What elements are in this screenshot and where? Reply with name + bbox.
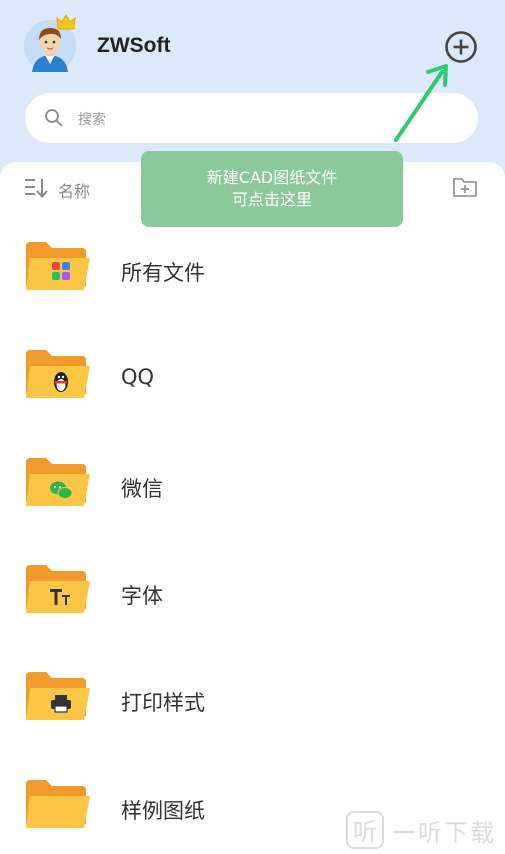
folder-label: 打印样式	[121, 691, 205, 715]
qq-penguin-icon	[26, 350, 90, 398]
plain-folder-icon	[26, 780, 90, 828]
crown-icon	[56, 13, 76, 30]
font-icon	[26, 565, 90, 613]
sort-icon[interactable]	[24, 177, 48, 199]
watermark: 听 一听下载	[346, 810, 496, 850]
folder-item-all-files[interactable]: 所有文件	[0, 222, 505, 312]
add-drawing-button[interactable]	[444, 30, 478, 64]
folder-label: 字体	[121, 584, 163, 608]
folder-item-qq[interactable]: QQ	[0, 330, 505, 420]
printer-icon	[26, 672, 90, 720]
folder-item-print-styles[interactable]: 打印样式	[0, 652, 505, 742]
folder-label: QQ	[121, 365, 155, 389]
username: ZWSoft	[97, 34, 171, 57]
folder-label: 所有文件	[121, 261, 205, 285]
folder-item-wechat[interactable]: 微信	[0, 438, 505, 528]
sort-label[interactable]: 名称	[58, 178, 90, 202]
folder-item-fonts[interactable]: 字体	[0, 545, 505, 635]
wechat-icon	[26, 458, 90, 506]
folder-label: 样例图纸	[121, 799, 205, 823]
tooltip-line-1: 新建CAD图纸文件	[206, 168, 338, 187]
grid-apps-icon	[26, 242, 90, 290]
folder-label: 微信	[121, 477, 163, 501]
new-drawing-tooltip: 新建CAD图纸文件 可点击这里	[141, 151, 403, 227]
watermark-text: 一听下载	[392, 818, 496, 847]
pointer-arrow-icon	[394, 64, 448, 142]
new-folder-icon[interactable]	[452, 176, 478, 198]
tooltip-line-2: 可点击这里	[231, 190, 312, 209]
search-icon	[45, 109, 63, 127]
watermark-logo: 听	[346, 811, 384, 849]
search-placeholder: 搜索	[78, 112, 106, 128]
